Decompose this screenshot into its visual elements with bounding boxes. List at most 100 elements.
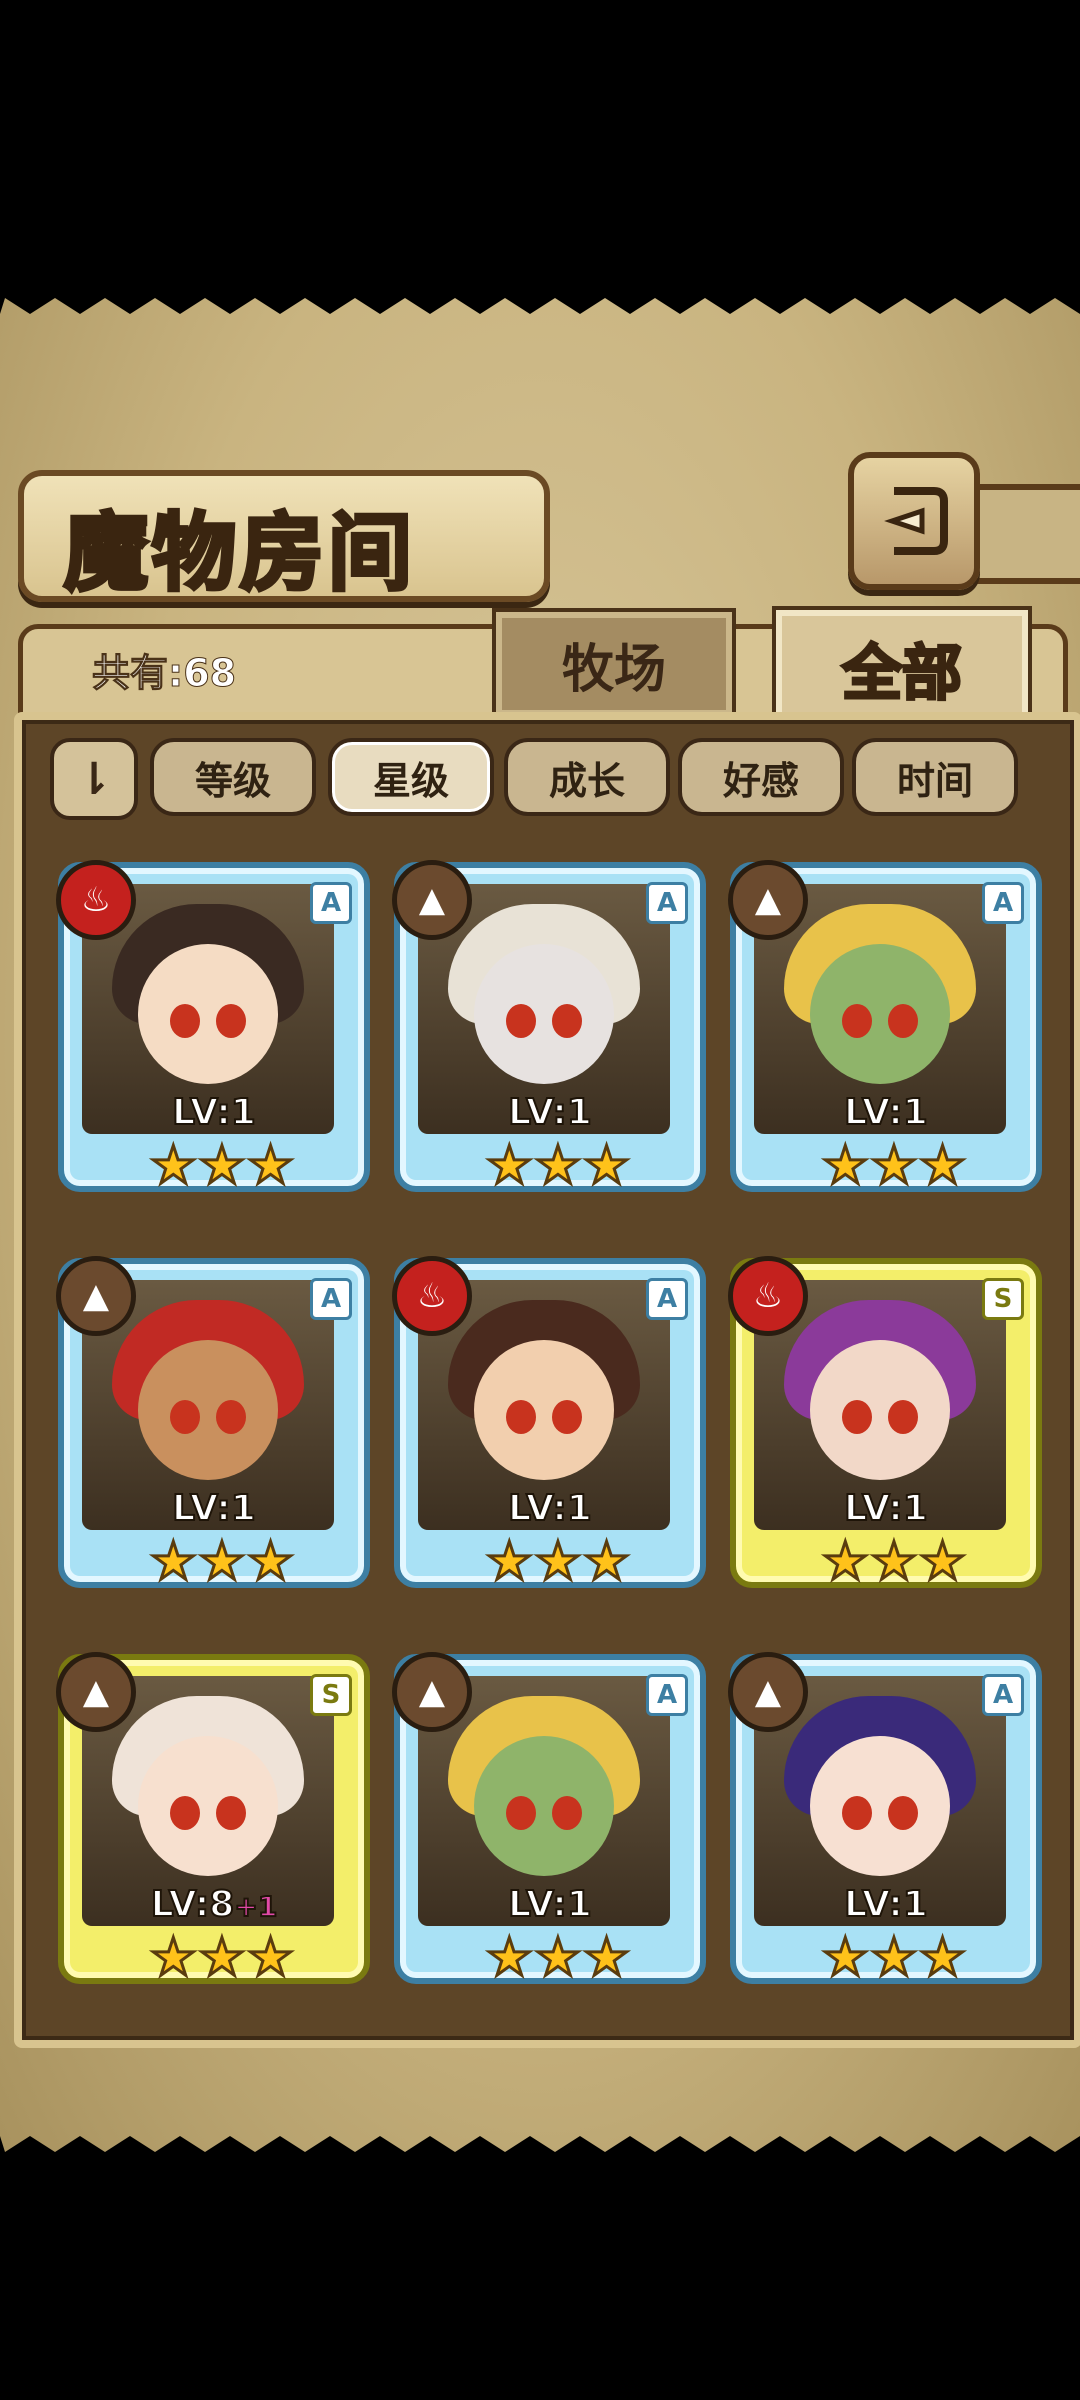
monster-eye bbox=[506, 1004, 536, 1038]
star-icon: ★ bbox=[918, 1532, 968, 1592]
star-icon: ★ bbox=[197, 1532, 247, 1592]
rank-badge: A bbox=[646, 882, 688, 924]
star-rating: ★ ★ ★ bbox=[821, 1136, 968, 1196]
monster-level: LV:1 bbox=[843, 1091, 929, 1134]
rank-badge: S bbox=[982, 1278, 1024, 1320]
monster-level: LV:1 bbox=[171, 1487, 257, 1530]
rank-badge: A bbox=[646, 1674, 688, 1716]
star-icon: ★ bbox=[533, 1532, 583, 1592]
star-rating: ★ ★ ★ bbox=[485, 1532, 632, 1592]
top-zigzag-border bbox=[0, 290, 1080, 314]
fire-element-icon: ♨ bbox=[728, 1256, 808, 1336]
star-rating: ★ ★ ★ bbox=[821, 1532, 968, 1592]
monster-level: LV:1 bbox=[507, 1883, 593, 1926]
monster-card[interactable]: A ♨ LV:1 ★ ★ ★ bbox=[392, 1256, 706, 1592]
monster-eye bbox=[170, 1400, 200, 1434]
monster-face bbox=[810, 1340, 950, 1480]
tab-all[interactable]: 全部 bbox=[772, 606, 1032, 730]
monster-eye bbox=[552, 1400, 582, 1434]
monster-level: LV:8+1 bbox=[150, 1883, 279, 1926]
earth-element-icon: ▲ bbox=[728, 1652, 808, 1732]
monster-level: LV:1 bbox=[171, 1091, 257, 1134]
monster-eye bbox=[888, 1004, 918, 1038]
star-icon: ★ bbox=[821, 1136, 871, 1196]
rank-badge: A bbox=[310, 882, 352, 924]
return-arrow-icon bbox=[884, 487, 948, 555]
star-rating: ★ ★ ★ bbox=[485, 1136, 632, 1196]
tab-farm[interactable]: 牧场 bbox=[492, 608, 736, 720]
monster-card[interactable]: A ▲ LV:1 ★ ★ ★ bbox=[392, 1652, 706, 1988]
monster-level: LV:1 bbox=[843, 1883, 929, 1926]
monster-card[interactable]: S ♨ LV:1 ★ ★ ★ bbox=[728, 1256, 1042, 1592]
sort-affection-button[interactable]: 好感 bbox=[678, 738, 844, 816]
monster-eye bbox=[170, 1796, 200, 1830]
sort-toggle-icon: ⇂ bbox=[75, 753, 113, 805]
star-icon: ★ bbox=[869, 1532, 919, 1592]
monster-card[interactable]: A ▲ LV:1 ★ ★ ★ bbox=[728, 1652, 1042, 1988]
monster-eye bbox=[552, 1004, 582, 1038]
star-icon: ★ bbox=[149, 1532, 199, 1592]
monster-face bbox=[474, 1736, 614, 1876]
rank-badge: S bbox=[310, 1674, 352, 1716]
earth-element-icon: ▲ bbox=[392, 1652, 472, 1732]
monster-eye bbox=[216, 1004, 246, 1038]
star-icon: ★ bbox=[485, 1928, 535, 1988]
monster-level: LV:1 bbox=[507, 1487, 593, 1530]
monster-eye bbox=[842, 1400, 872, 1434]
sort-time-button[interactable]: 时间 bbox=[852, 738, 1018, 816]
star-icon: ★ bbox=[582, 1136, 632, 1196]
monster-level: LV:1 bbox=[507, 1091, 593, 1134]
fire-element-icon: ♨ bbox=[392, 1256, 472, 1336]
monster-eye bbox=[842, 1796, 872, 1830]
rank-badge: A bbox=[646, 1278, 688, 1320]
star-icon: ★ bbox=[485, 1532, 535, 1592]
fire-element-icon: ♨ bbox=[56, 860, 136, 940]
star-icon: ★ bbox=[582, 1532, 632, 1592]
monster-eye bbox=[170, 1004, 200, 1038]
star-icon: ★ bbox=[246, 1136, 296, 1196]
sort-order-toggle[interactable]: ⇂ bbox=[50, 738, 138, 820]
monster-face bbox=[474, 944, 614, 1084]
monster-level: LV:1 bbox=[843, 1487, 929, 1530]
star-rating: ★ ★ ★ bbox=[149, 1532, 296, 1592]
star-icon: ★ bbox=[918, 1136, 968, 1196]
star-icon: ★ bbox=[149, 1928, 199, 1988]
star-icon: ★ bbox=[582, 1928, 632, 1988]
star-icon: ★ bbox=[533, 1136, 583, 1196]
star-icon: ★ bbox=[485, 1136, 535, 1196]
monster-card[interactable]: A ▲ LV:1 ★ ★ ★ bbox=[392, 860, 706, 1196]
monster-eye bbox=[888, 1400, 918, 1434]
star-rating: ★ ★ ★ bbox=[149, 1928, 296, 1988]
star-icon: ★ bbox=[197, 1928, 247, 1988]
monster-face bbox=[474, 1340, 614, 1480]
monster-face bbox=[138, 1736, 278, 1876]
earth-element-icon: ▲ bbox=[392, 860, 472, 940]
monster-card[interactable]: A ♨ LV:1 ★ ★ ★ bbox=[56, 860, 370, 1196]
sort-growth-button[interactable]: 成长 bbox=[504, 738, 670, 816]
earth-element-icon: ▲ bbox=[56, 1256, 136, 1336]
star-rating: ★ ★ ★ bbox=[821, 1929, 968, 1988]
monster-eye bbox=[216, 1796, 246, 1830]
back-button[interactable] bbox=[848, 452, 980, 590]
rank-badge: A bbox=[310, 1278, 352, 1320]
star-icon: ★ bbox=[918, 1928, 968, 1988]
star-icon: ★ bbox=[246, 1928, 296, 1988]
star-icon: ★ bbox=[149, 1136, 199, 1196]
monster-count: 共有:68 bbox=[91, 651, 237, 696]
star-rating: ★ ★ ★ bbox=[149, 1136, 296, 1196]
monster-eye bbox=[506, 1796, 536, 1830]
monster-eye bbox=[506, 1400, 536, 1434]
monster-card[interactable]: A ▲ LV:1 ★ ★ ★ bbox=[728, 860, 1042, 1196]
star-rating: ★ ★ ★ bbox=[485, 1928, 632, 1988]
monster-face bbox=[810, 944, 950, 1084]
sort-level-button[interactable]: 等级 bbox=[150, 738, 316, 816]
sort-star-button[interactable]: 星级 bbox=[328, 738, 494, 816]
star-icon: ★ bbox=[197, 1136, 247, 1196]
monster-face bbox=[810, 1736, 950, 1876]
back-button-rail bbox=[968, 484, 1080, 584]
monster-face bbox=[138, 944, 278, 1084]
monster-card[interactable]: A ▲ LV:1 ★ ★ ★ bbox=[56, 1256, 370, 1592]
monster-eye bbox=[552, 1796, 582, 1830]
monster-card[interactable]: S ▲ LV:8+1 ★ ★ ★ bbox=[56, 1652, 370, 1988]
monster-face bbox=[138, 1340, 278, 1480]
